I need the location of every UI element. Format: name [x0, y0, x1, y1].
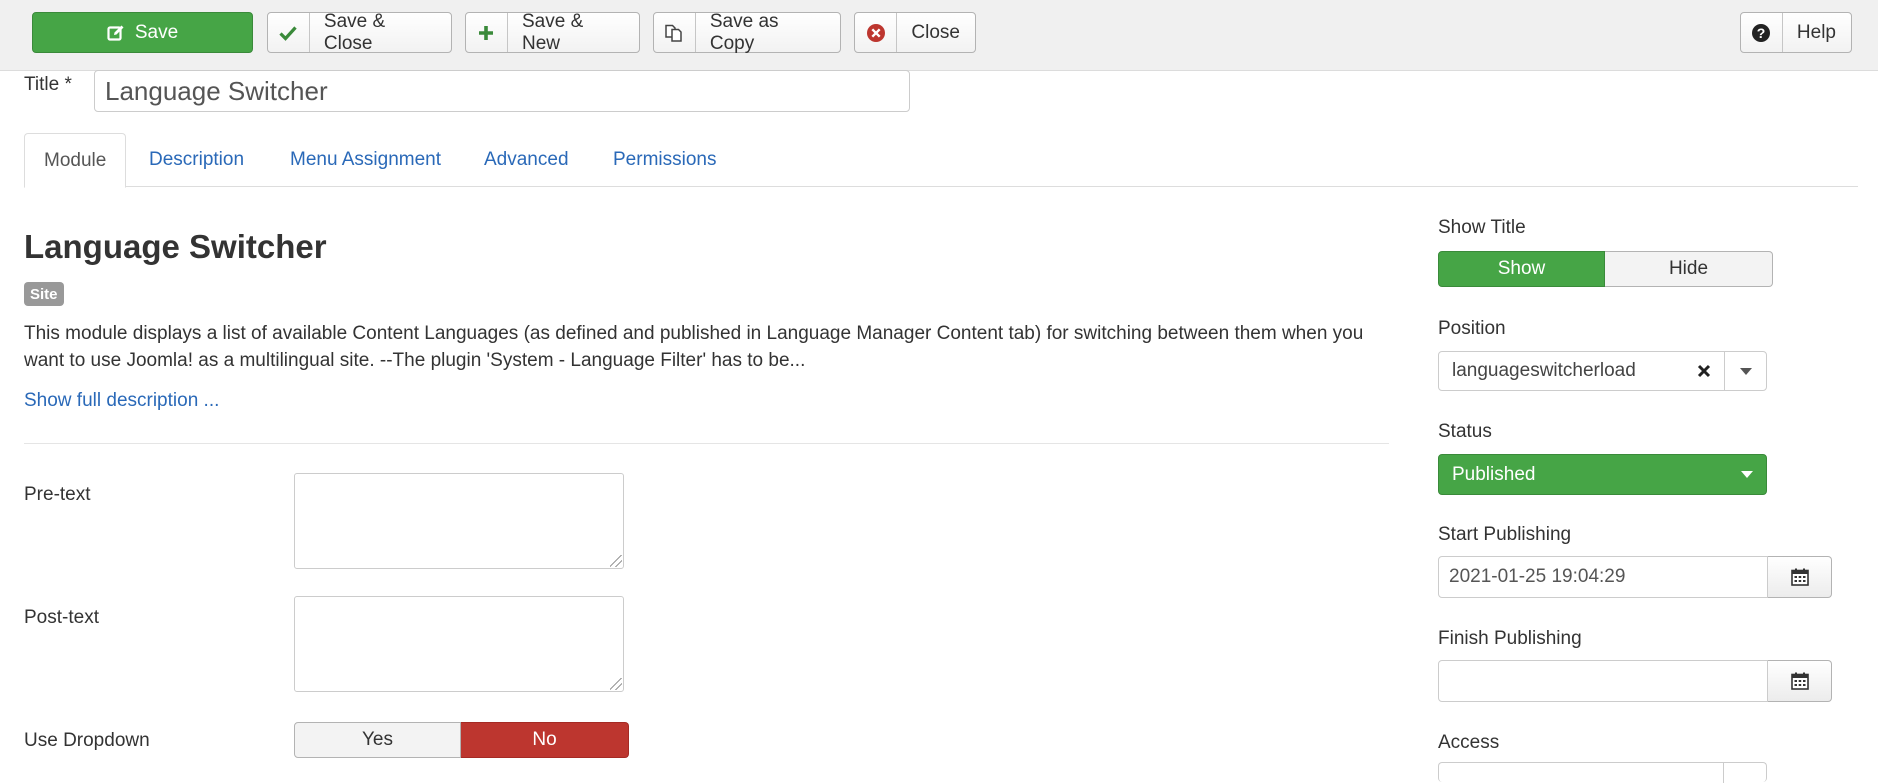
use-dropdown-no[interactable]: No [461, 722, 629, 758]
close-circle-icon [855, 13, 898, 52]
tab-description[interactable]: Description [130, 133, 263, 187]
posttext-label: Post-text [24, 607, 99, 628]
tab-module[interactable]: Module [24, 133, 127, 188]
plus-icon [466, 13, 508, 52]
site-badge: Site [24, 282, 64, 306]
save-copy-button[interactable]: Save as Copy [653, 10, 841, 54]
calendar-button[interactable] [1768, 660, 1832, 702]
start-publishing-field: 2021-01-25 19:04:29 [1438, 556, 1832, 598]
copy-icon [654, 13, 696, 52]
save-close-button[interactable]: Save & Close [267, 10, 452, 54]
start-publishing-value: 2021-01-25 19:04:29 [1449, 566, 1626, 587]
tab-permissions[interactable]: Permissions [594, 133, 735, 187]
tab-advanced[interactable]: Advanced [465, 133, 588, 187]
clear-icon[interactable] [1684, 352, 1724, 390]
pretext-textarea[interactable] [294, 473, 624, 569]
calendar-button[interactable] [1768, 556, 1832, 598]
title-input-value: Language Switcher [105, 75, 328, 106]
show-title-hide[interactable]: Hide [1605, 251, 1773, 287]
module-heading: Language Switcher [24, 228, 327, 265]
start-publishing-input[interactable]: 2021-01-25 19:04:29 [1438, 556, 1768, 598]
tab-menu-assignment[interactable]: Menu Assignment [271, 133, 460, 187]
use-dropdown-yes[interactable]: Yes [294, 722, 461, 758]
use-dropdown-label: Use Dropdown [24, 730, 150, 751]
save-close-label: Save & Close [323, 10, 386, 54]
calendar-icon [1790, 672, 1809, 690]
check-icon [268, 13, 310, 52]
calendar-icon [1790, 568, 1809, 586]
finish-publishing-input[interactable] [1438, 660, 1768, 702]
help-icon: ? [1741, 13, 1783, 52]
module-description: This module displays a list of available… [24, 323, 1364, 371]
use-dropdown-toggle: Yes No [294, 722, 629, 758]
save-new-label: Save & New [521, 10, 584, 54]
posttext-textarea[interactable] [294, 596, 624, 692]
save-button[interactable]: Save [32, 12, 253, 53]
close-button-label: Close [911, 21, 960, 43]
status-label: Status [1438, 421, 1492, 442]
save-new-button[interactable]: Save & New [465, 10, 640, 54]
access-label: Access [1438, 732, 1500, 753]
pretext-label: Pre-text [24, 484, 91, 505]
chevron-down-icon[interactable] [1724, 352, 1766, 390]
svg-text:?: ? [1757, 25, 1766, 41]
access-select[interactable] [1438, 762, 1767, 783]
save-copy-label: Save as Copy [709, 10, 779, 54]
save-button-label: Save [134, 21, 179, 43]
position-label: Position [1438, 318, 1506, 339]
toolbar: Save Save & Close Save & New Save as Cop… [0, 0, 1878, 71]
title-label: Title * [24, 74, 72, 95]
show-title-toggle: Show Hide [1438, 251, 1773, 287]
show-title-label: Show Title [1438, 217, 1526, 238]
title-input[interactable]: Language Switcher [94, 70, 910, 112]
show-title-show[interactable]: Show [1438, 251, 1605, 287]
status-select[interactable]: Published [1438, 454, 1767, 495]
finish-publishing-label: Finish Publishing [1438, 628, 1582, 649]
divider [24, 443, 1389, 444]
resize-handle[interactable] [610, 678, 622, 690]
finish-publishing-field [1438, 660, 1832, 702]
position-select[interactable]: languageswitcherload [1438, 351, 1767, 391]
status-value: Published [1452, 463, 1536, 485]
edit-icon [107, 25, 124, 41]
access-select-divider [1723, 763, 1724, 783]
resize-handle[interactable] [610, 555, 622, 567]
help-button-label: Help [1796, 21, 1836, 43]
tab-bar: Module Description Menu Assignment Advan… [24, 133, 1858, 188]
help-button[interactable]: ? Help [1740, 12, 1852, 53]
chevron-down-icon [1741, 471, 1753, 478]
start-publishing-label: Start Publishing [1438, 524, 1572, 545]
close-button[interactable]: Close [854, 12, 976, 53]
position-value: languageswitcherload [1452, 360, 1636, 381]
show-full-description-link[interactable]: Show full description ... [24, 390, 219, 412]
